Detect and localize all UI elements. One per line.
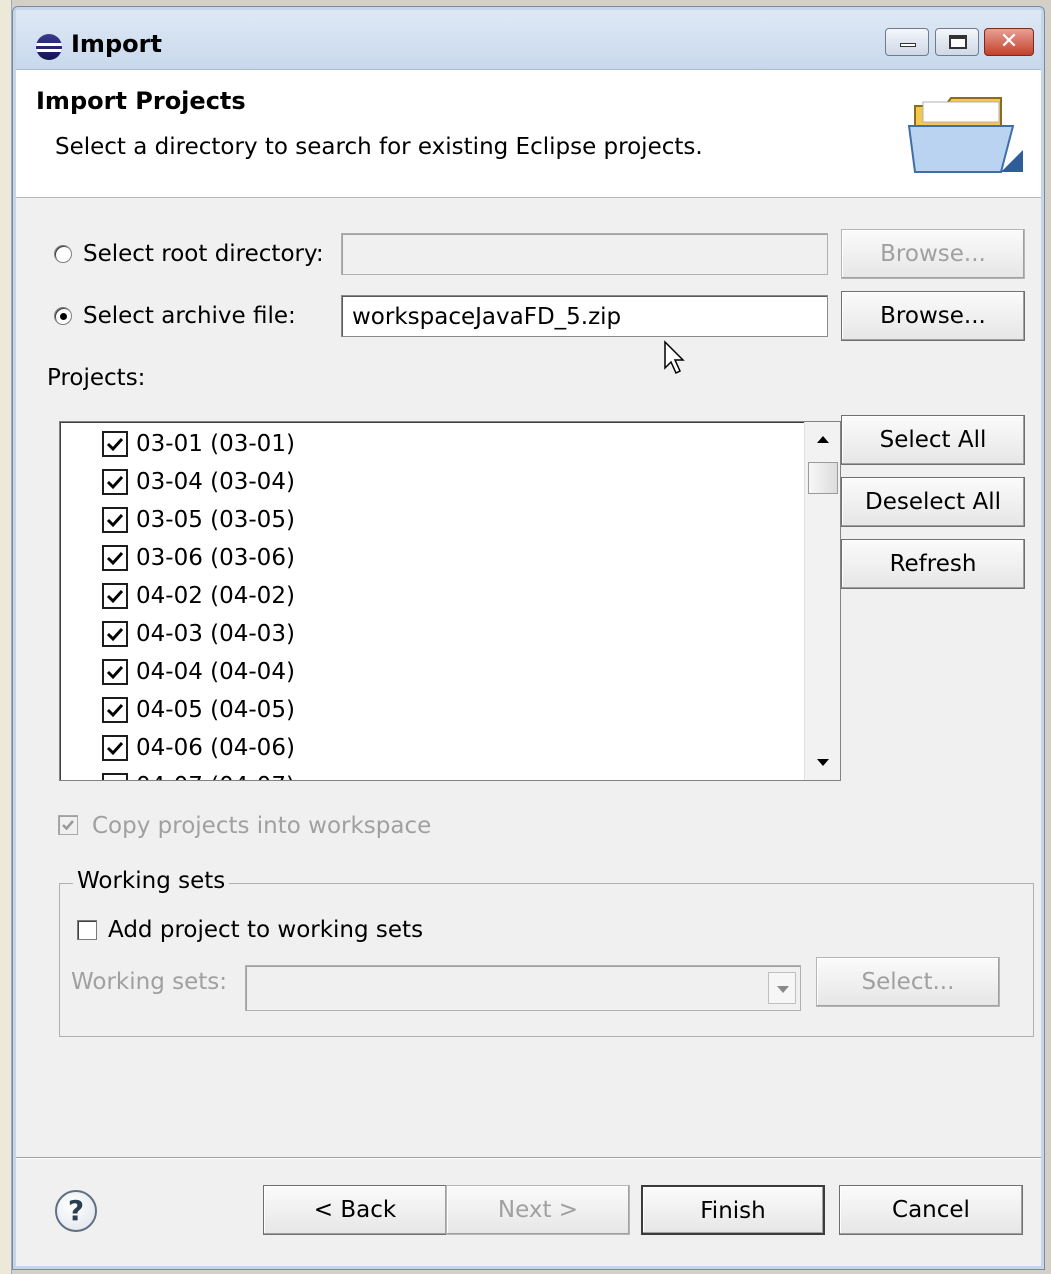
checkmark-icon xyxy=(106,513,124,528)
project-checkbox[interactable] xyxy=(102,583,128,609)
add-to-working-sets-checkbox[interactable] xyxy=(77,920,97,940)
project-row[interactable]: 04-07 (04-07) xyxy=(102,768,295,780)
page-description: Select a directory to search for existin… xyxy=(55,134,703,160)
project-row[interactable]: 04-05 (04-05) xyxy=(102,692,295,728)
project-checkbox[interactable] xyxy=(102,621,128,647)
chevron-down-icon xyxy=(777,986,789,993)
projects-list[interactable]: 04-07 (04-07) 04-06 (04-06) 04-05 (04-05) 0… xyxy=(59,421,841,781)
project-label: 03-04 (03-04) xyxy=(136,469,295,495)
checkmark-icon xyxy=(106,551,124,566)
help-icon[interactable]: ? xyxy=(55,1190,97,1232)
checkmark-icon xyxy=(106,475,124,490)
mouse-cursor-icon xyxy=(664,340,685,375)
browse-archive-button[interactable]: Browse... xyxy=(841,291,1025,341)
project-row[interactable]: 04-03 (04-03) xyxy=(102,616,295,652)
archive-file-radio[interactable] xyxy=(54,307,72,325)
scroll-up-icon[interactable] xyxy=(817,436,829,443)
import-dialog: Import ✕ Import Projects Select a direct… xyxy=(12,6,1045,1270)
working-sets-combo[interactable] xyxy=(245,965,801,1011)
checkmark-icon xyxy=(62,820,74,831)
select-working-sets-button[interactable]: Select... xyxy=(816,957,1000,1007)
project-row[interactable]: 03-01 (03-01) xyxy=(102,426,295,462)
project-label: 04-07 (04-07) xyxy=(136,773,295,780)
finish-button[interactable]: Finish xyxy=(641,1185,825,1235)
copy-projects-label: Copy projects into workspace xyxy=(92,813,432,839)
project-checkbox[interactable] xyxy=(102,507,128,533)
project-checkbox[interactable] xyxy=(102,659,128,685)
checkmark-icon xyxy=(106,665,124,680)
checkmark-icon xyxy=(106,627,124,642)
maximize-button[interactable] xyxy=(935,28,979,56)
root-directory-field[interactable] xyxy=(341,233,828,275)
project-checkbox[interactable] xyxy=(102,469,128,495)
project-label: 04-02 (04-02) xyxy=(136,583,295,609)
browse-root-button[interactable]: Browse... xyxy=(841,229,1025,279)
add-to-working-sets-label: Add project to working sets xyxy=(108,917,424,943)
projects-scrollbar[interactable] xyxy=(804,422,840,780)
projects-label: Projects: xyxy=(47,365,146,391)
project-label: 03-06 (03-06) xyxy=(136,545,295,571)
wizard-header: Import Projects Select a directory to se… xyxy=(16,70,1041,198)
minimize-button[interactable] xyxy=(885,28,929,56)
title-bar: Import ✕ xyxy=(16,10,1041,70)
archive-file-field[interactable]: workspaceJavaFD_5.zip xyxy=(341,295,828,337)
window-title: Import xyxy=(71,30,162,58)
next-button[interactable]: Next > xyxy=(446,1185,630,1235)
checkmark-icon xyxy=(106,589,124,604)
checkmark-icon xyxy=(106,437,124,452)
project-label: 04-04 (04-04) xyxy=(136,659,295,685)
project-checkbox[interactable] xyxy=(102,773,128,780)
back-button[interactable]: < Back xyxy=(263,1185,447,1235)
root-directory-radio[interactable] xyxy=(54,245,72,263)
project-checkbox[interactable] xyxy=(102,545,128,571)
background-window-edge xyxy=(0,0,12,1274)
maximize-icon xyxy=(949,35,967,49)
checkmark-icon xyxy=(106,741,124,756)
root-directory-label: Select root directory: xyxy=(83,241,324,267)
eclipse-icon xyxy=(36,34,62,60)
checkmark-icon xyxy=(120,779,121,780)
close-icon: ✕ xyxy=(999,29,1019,54)
select-all-button[interactable]: Select All xyxy=(841,415,1025,465)
open-folder-icon xyxy=(907,97,1023,173)
refresh-button[interactable]: Refresh xyxy=(841,539,1025,589)
deselect-all-button[interactable]: Deselect All xyxy=(841,477,1025,527)
minimize-icon xyxy=(900,43,916,47)
footer-separator xyxy=(16,1157,1041,1159)
working-sets-group-label: Working sets xyxy=(73,868,230,894)
dropdown-button[interactable] xyxy=(768,972,796,1004)
page-title: Import Projects xyxy=(36,87,246,115)
project-row[interactable]: 04-06 (04-06) xyxy=(102,730,295,766)
project-checkbox[interactable] xyxy=(102,697,128,723)
project-checkbox[interactable] xyxy=(102,431,128,457)
project-row[interactable]: 03-06 (03-06) xyxy=(102,540,295,576)
project-label: 04-05 (04-05) xyxy=(136,697,295,723)
project-row[interactable]: 03-04 (03-04) xyxy=(102,464,295,500)
project-label: 03-05 (03-05) xyxy=(136,507,295,533)
project-row[interactable]: 04-04 (04-04) xyxy=(102,654,295,690)
copy-projects-checkbox[interactable] xyxy=(58,815,78,835)
scrollbar-thumb[interactable] xyxy=(808,462,838,494)
project-row[interactable]: 03-05 (03-05) xyxy=(102,502,295,538)
project-row[interactable]: 04-02 (04-02) xyxy=(102,578,295,614)
project-label: 04-06 (04-06) xyxy=(136,735,295,761)
project-label: 03-01 (03-01) xyxy=(136,431,295,457)
project-checkbox[interactable] xyxy=(102,735,128,761)
working-sets-label: Working sets: xyxy=(71,969,228,995)
cancel-button[interactable]: Cancel xyxy=(839,1185,1023,1235)
scroll-down-icon[interactable] xyxy=(817,759,829,766)
project-label: 04-03 (04-03) xyxy=(136,621,295,647)
checkmark-icon xyxy=(106,703,124,718)
close-button[interactable]: ✕ xyxy=(984,28,1034,56)
archive-file-label: Select archive file: xyxy=(83,303,296,329)
